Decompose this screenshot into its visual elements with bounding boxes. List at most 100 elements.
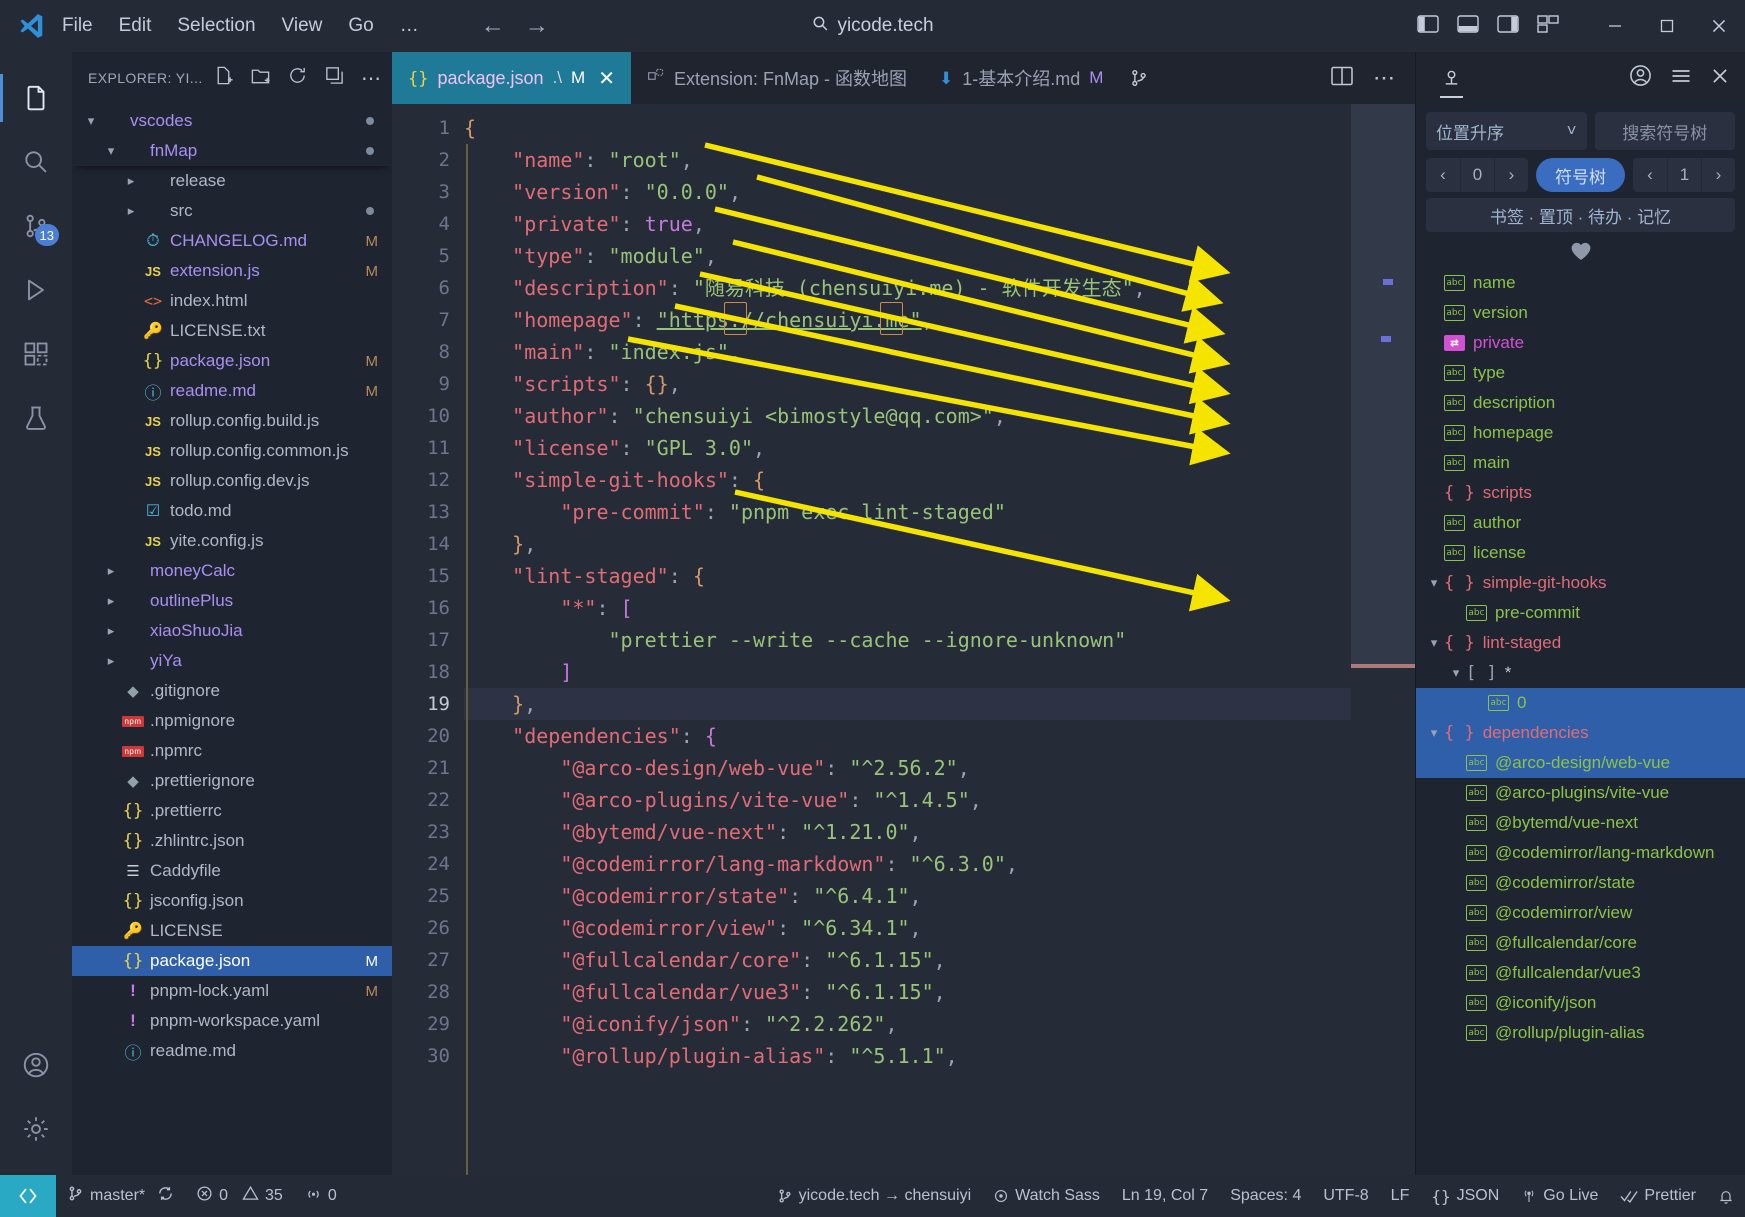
editor-tab[interactable]: ⬇ 1-基本介绍.md M bbox=[923, 52, 1119, 104]
menu-file[interactable]: File bbox=[62, 15, 93, 37]
menu-icon[interactable] bbox=[1669, 64, 1693, 93]
activitybar-item-search[interactable] bbox=[0, 130, 72, 194]
symbol-search-input[interactable]: 搜索符号树 bbox=[1594, 112, 1735, 150]
status-problems[interactable]: 0 35 bbox=[185, 1175, 294, 1217]
code-line[interactable]: "@arco-design/web-vue": "^2.56.2", bbox=[464, 752, 1351, 784]
close-icon[interactable]: ✕ bbox=[598, 66, 615, 91]
symbol-tree-row[interactable]: abc 0 bbox=[1416, 688, 1745, 718]
chevron-right-icon[interactable]: ▸ bbox=[102, 653, 120, 669]
file-tree-row[interactable]: ◆ .gitignore bbox=[72, 676, 392, 706]
editor-tab[interactable]: {} package.json .\ M ✕ bbox=[392, 52, 631, 104]
chevron-right-icon[interactable]: ▸ bbox=[102, 563, 120, 579]
file-tree-row[interactable]: 🔑 LICENSE.txt bbox=[72, 316, 392, 346]
close-icon[interactable] bbox=[1709, 65, 1731, 92]
chevron-right-icon[interactable]: ▸ bbox=[102, 593, 120, 609]
page-next-button[interactable]: › bbox=[1701, 158, 1735, 192]
file-tree-row[interactable]: ▸ yiYa bbox=[72, 646, 392, 676]
code-line[interactable]: "type": "module", bbox=[464, 240, 1351, 272]
code-line[interactable]: "private": true, bbox=[464, 208, 1351, 240]
chevron-right-icon[interactable]: ▸ bbox=[122, 203, 140, 219]
symbol-tree-row[interactable]: abc version bbox=[1416, 298, 1745, 328]
status-ports[interactable]: 0 bbox=[294, 1175, 348, 1217]
page-prev-button[interactable]: ‹ bbox=[1633, 158, 1667, 192]
code-line[interactable]: { bbox=[464, 112, 1351, 144]
code-line[interactable]: "author": "chensuiyi <bimostyle@qq.com>"… bbox=[464, 400, 1351, 432]
fnmap-banner[interactable]: 书签 · 置顶 · 待办 · 记忆 bbox=[1426, 198, 1735, 232]
status-bar-item[interactable] bbox=[1707, 1175, 1745, 1217]
new-file-icon[interactable] bbox=[213, 65, 234, 91]
symbol-tree-row[interactable]: abc @codemirror/view bbox=[1416, 898, 1745, 928]
maximize-icon[interactable] bbox=[1641, 0, 1693, 52]
code-line[interactable]: "@bytemd/vue-next": "^1.21.0", bbox=[464, 816, 1351, 848]
code-line[interactable]: "scripts": {}, bbox=[464, 368, 1351, 400]
file-tree-row[interactable]: JS rollup.config.dev.js bbox=[72, 466, 392, 496]
editor-tab-bar[interactable]: {} package.json .\ M ✕ Extension: FnMap - 函数地… bbox=[392, 52, 1415, 104]
code-line[interactable]: "@fullcalendar/core": "^6.1.15", bbox=[464, 944, 1351, 976]
symbol-tree-row[interactable]: abc @codemirror/state bbox=[1416, 868, 1745, 898]
status-branch[interactable]: master* bbox=[56, 1175, 185, 1217]
file-tree-row[interactable]: ▸ moneyCalc bbox=[72, 556, 392, 586]
chevron-down-icon[interactable]: ▾ bbox=[1424, 635, 1444, 651]
code-line[interactable]: "@fullcalendar/vue3": "^6.1.15", bbox=[464, 976, 1351, 1008]
fnmap-icon[interactable] bbox=[1430, 52, 1473, 104]
symbol-tree-row[interactable]: abc @fullcalendar/vue3 bbox=[1416, 958, 1745, 988]
symbol-tree-row[interactable]: abc homepage bbox=[1416, 418, 1745, 448]
file-tree-row[interactable]: {} package.json M bbox=[72, 346, 392, 376]
file-tree-row[interactable]: ! pnpm-lock.yaml M bbox=[72, 976, 392, 1006]
status-bar-item[interactable]: yicode.tech → chensuiyi bbox=[766, 1175, 983, 1217]
code-line[interactable]: "lint-staged": { bbox=[464, 560, 1351, 592]
collapse-all-icon[interactable] bbox=[324, 65, 345, 91]
activitybar-item-run-and-debug[interactable] bbox=[0, 258, 72, 322]
minimap-slider[interactable] bbox=[1351, 104, 1415, 664]
symbol-tree-row[interactable]: abc @bytemd/vue-next bbox=[1416, 808, 1745, 838]
status-bar-item[interactable]: Watch Sass bbox=[982, 1175, 1111, 1217]
file-tree-row[interactable]: ▸ outlinePlus bbox=[72, 586, 392, 616]
symbol-tree-row[interactable]: abc main bbox=[1416, 448, 1745, 478]
file-tree-row[interactable]: JS rollup.config.common.js bbox=[72, 436, 392, 466]
code-line[interactable]: ] bbox=[464, 656, 1351, 688]
layout-sidebar-right-icon[interactable] bbox=[1497, 14, 1519, 38]
status-bar-item[interactable]: LF bbox=[1380, 1175, 1421, 1217]
symbol-tree-row[interactable]: { } scripts bbox=[1416, 478, 1745, 508]
symbol-tree-row[interactable]: abc @rollup/plugin-alias bbox=[1416, 1018, 1745, 1048]
code-line[interactable]: "prettier --write --cache --ignore-unkno… bbox=[464, 624, 1351, 656]
chevron-right-icon[interactable]: ▸ bbox=[102, 623, 120, 639]
code-line[interactable]: "name": "root", bbox=[464, 144, 1351, 176]
code-line[interactable]: "homepage": "https://chensuiyi.me", bbox=[464, 304, 1351, 336]
symbol-tree-row[interactable]: ▾{ } lint-staged bbox=[1416, 628, 1745, 658]
status-bar-item[interactable]: {} JSON bbox=[1420, 1175, 1510, 1217]
activitybar-item-explorer[interactable] bbox=[0, 66, 72, 130]
file-tree-row[interactable]: ⓘ readme.md bbox=[72, 1036, 392, 1066]
file-tree-row[interactable]: npm .npmrc bbox=[72, 736, 392, 766]
activitybar-item-extensions[interactable] bbox=[0, 322, 72, 386]
new-folder-icon[interactable] bbox=[250, 65, 271, 91]
code-line[interactable]: }, bbox=[464, 528, 1351, 560]
symbol-tree-row[interactable]: ▾[ ] * bbox=[1416, 658, 1745, 688]
code-line[interactable]: "pre-commit": "pnpm exec lint-staged" bbox=[464, 496, 1351, 528]
symbol-tree-row[interactable]: abc name bbox=[1416, 268, 1745, 298]
activitybar-item-accounts[interactable] bbox=[0, 1033, 72, 1097]
chevron-down-icon[interactable]: ▾ bbox=[82, 113, 100, 129]
code-line[interactable]: "@codemirror/view": "^6.34.1", bbox=[464, 912, 1351, 944]
layout-panel-bottom-icon[interactable] bbox=[1457, 14, 1479, 38]
code-line[interactable]: "description": "随易科技 (chensuiyi.me) - 软件… bbox=[464, 272, 1351, 304]
arrow-right-icon[interactable]: → bbox=[525, 12, 549, 40]
layout-grid-icon[interactable] bbox=[1537, 14, 1559, 38]
editor-tab[interactable]: Extension: FnMap - 函数地图 bbox=[631, 52, 923, 104]
menu-bar[interactable]: File Edit Selection View Go … bbox=[62, 15, 419, 37]
menu-selection[interactable]: Selection bbox=[177, 15, 255, 37]
activitybar-item-source-control[interactable]: 13 bbox=[0, 194, 72, 258]
heart-icon[interactable] bbox=[1416, 232, 1745, 266]
file-tree-row[interactable]: ☰ Caddyfile bbox=[72, 856, 392, 886]
symbol-tree-pill-button[interactable]: 符号树 bbox=[1536, 158, 1625, 192]
history-next-button[interactable]: › bbox=[1494, 158, 1528, 192]
status-bar-item[interactable]: Spaces: 4 bbox=[1219, 1175, 1312, 1217]
status-bar-item[interactable]: Prettier bbox=[1609, 1175, 1707, 1217]
code-line[interactable]: "@arco-plugins/vite-vue": "^1.4.5", bbox=[464, 784, 1351, 816]
file-tree-row[interactable]: ▾ vscodes bbox=[72, 106, 392, 136]
code-line[interactable]: "*": [ bbox=[464, 592, 1351, 624]
symbol-tree[interactable]: abc name abc version ⇄ private abc type abc descr… bbox=[1416, 266, 1745, 1175]
file-tree-row[interactable]: ▸ xiaoShuoJia bbox=[72, 616, 392, 646]
code-line[interactable]: "version": "0.0.0", bbox=[464, 176, 1351, 208]
file-tree-row[interactable]: JS yite.config.js bbox=[72, 526, 392, 556]
